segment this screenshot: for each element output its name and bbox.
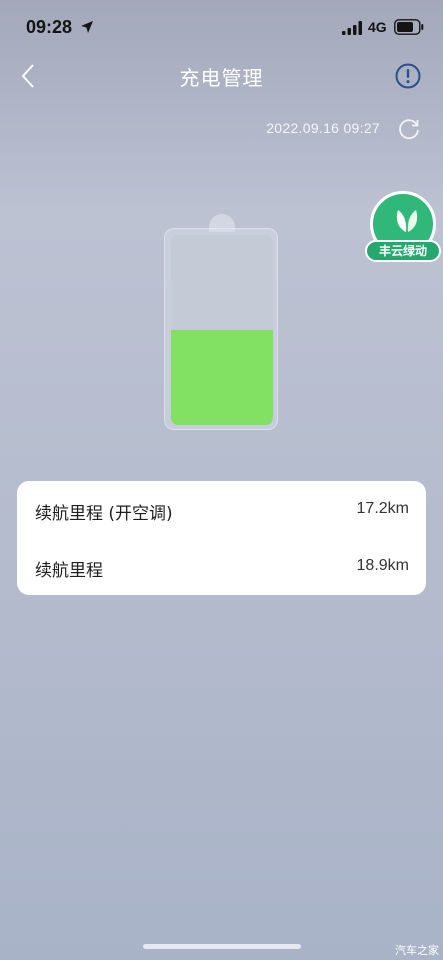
cellular-signal-icon (342, 21, 362, 35)
range-value: 18.9km (356, 557, 409, 574)
battery-charge-fill (171, 330, 273, 425)
battery-level-graphic (164, 212, 278, 430)
badge-label: 丰云绿动 (365, 240, 441, 262)
watermark: 汽车之家 (395, 944, 439, 957)
network-type-label: 4G (368, 19, 387, 35)
range-label: 续航里程 (开空调) (35, 504, 173, 524)
battery-body (164, 228, 278, 430)
range-row-ac-on: 续航里程 (开空调) 17.2km (17, 481, 426, 538)
status-bar: 09:28 4G (0, 0, 443, 56)
location-arrow-icon (81, 21, 93, 33)
info-icon[interactable] (394, 62, 422, 90)
status-time: 09:28 (26, 17, 73, 37)
green-energy-badge[interactable]: 丰云绿动 (365, 188, 441, 268)
range-row: 续航里程 18.9km (17, 538, 426, 595)
battery-inner (171, 235, 273, 425)
range-label: 续航里程 (35, 561, 103, 581)
refresh-icon[interactable] (396, 116, 422, 142)
page-title: 充电管理 (179, 66, 264, 90)
range-value: 17.2km (356, 500, 409, 517)
leaf-icon (396, 210, 418, 232)
range-card: 续航里程 (开空调) 17.2km 续航里程 18.9km (17, 481, 426, 595)
home-indicator[interactable] (143, 944, 301, 949)
update-timestamp: 2022.09.16 09:27 (266, 120, 380, 136)
battery-status-icon (394, 19, 424, 35)
